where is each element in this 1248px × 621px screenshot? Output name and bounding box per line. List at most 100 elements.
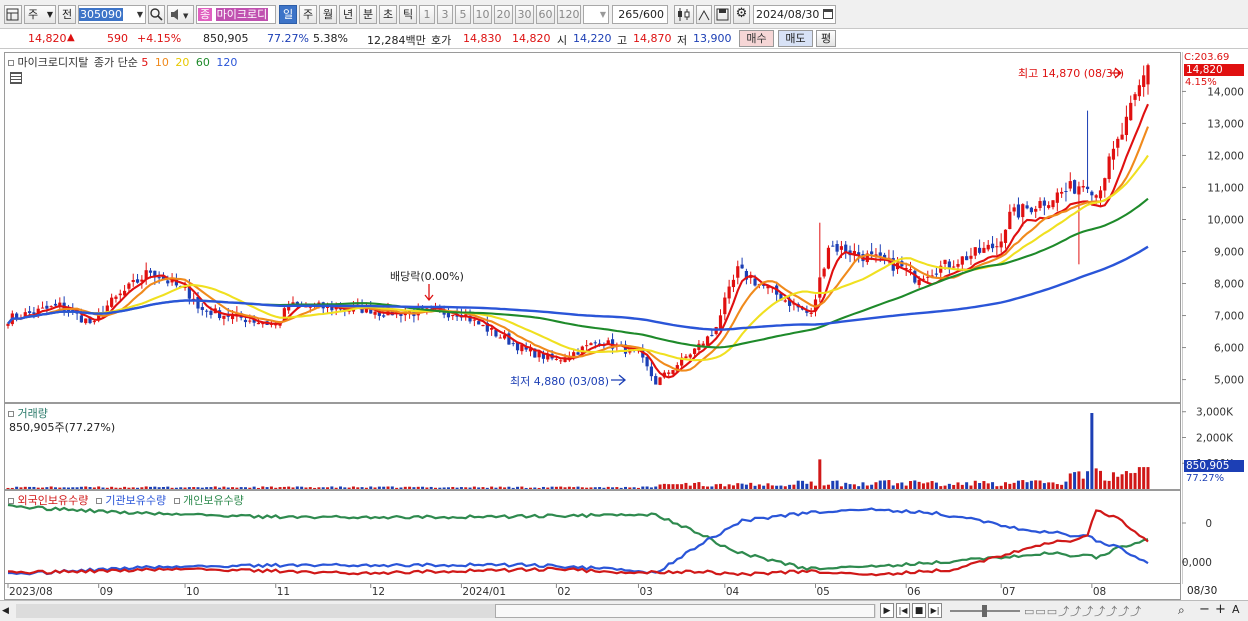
interval-120[interactable]: 120 — [557, 5, 581, 24]
scroll-left-icon[interactable]: ◀ — [2, 604, 14, 618]
interval-10[interactable]: 10 — [473, 5, 492, 24]
eval-button[interactable]: 평 — [816, 30, 836, 47]
interval-select[interactable]: ▼ — [583, 5, 609, 24]
period-tick[interactable]: 틱 — [399, 5, 417, 24]
price-panel[interactable]: 마이크로디지탈 종가 단순 5 10 20 60 120 최고 14,870 (… — [4, 52, 1181, 403]
volume-bar — [127, 487, 131, 489]
first-page-icon[interactable]: |◀ — [896, 603, 910, 618]
zoom-search-icon[interactable]: ⌕ — [1178, 603, 1185, 618]
candle-type-icon[interactable] — [674, 5, 694, 24]
volume-bar — [351, 486, 355, 489]
gear-icon[interactable]: ⚙ — [733, 5, 750, 24]
sound-icon[interactable]: ▼ — [167, 5, 194, 24]
volume-bar — [615, 487, 619, 489]
stock-code-input[interactable]: 305090 ▼ — [78, 5, 146, 24]
save-icon[interactable] — [714, 5, 731, 24]
volume-bar — [693, 482, 697, 489]
volume-bar — [563, 487, 567, 489]
period-day[interactable]: 일 — [279, 5, 297, 24]
volume-bar — [157, 487, 161, 489]
volume-tag: 850,905 — [1184, 460, 1244, 472]
candle-body — [205, 310, 209, 312]
drawing-tools-icon[interactable]: ▭▭▭⤴⤴⤴⤴⤴⤴⤴ — [1024, 603, 1174, 619]
panel-handle-icon[interactable] — [8, 60, 14, 66]
volume-bar — [1068, 473, 1072, 489]
open-label: 시 — [557, 34, 568, 47]
volume-bar — [395, 487, 399, 489]
date-field[interactable]: 2024/08/30 — [753, 5, 836, 24]
interval-5[interactable]: 5 — [455, 5, 471, 24]
interval-30[interactable]: 30 — [515, 5, 534, 24]
volume-bar — [1090, 413, 1094, 489]
period-month[interactable]: 월 — [319, 5, 337, 24]
volume-bar — [438, 487, 442, 489]
interval-1[interactable]: 1 — [419, 5, 435, 24]
line-tool-icon[interactable] — [696, 5, 712, 24]
institution-holdings-label: 기관보유수량 — [105, 494, 167, 507]
period-minute[interactable]: 분 — [359, 5, 377, 24]
volume-bar — [468, 487, 472, 489]
zoom-handle[interactable] — [982, 605, 987, 617]
panel-handle-icon[interactable] — [8, 411, 14, 417]
zoom-out-icon[interactable]: − — [1199, 602, 1210, 617]
candle-body — [917, 279, 921, 286]
interval-20[interactable]: 20 — [494, 5, 513, 24]
volume-bar — [187, 487, 191, 489]
volume-bar — [546, 487, 550, 489]
volume-panel[interactable]: 거래량 850,905주(77.27%) — [4, 403, 1181, 490]
volume-bar — [1137, 467, 1141, 489]
volume-bar — [598, 487, 602, 489]
layout-icon[interactable] — [4, 5, 22, 24]
stop-icon[interactable]: ■ — [912, 603, 926, 618]
auto-scale-icon[interactable]: A — [1232, 603, 1240, 616]
scroll-right-icon[interactable]: ▶ — [880, 603, 894, 618]
volume-bar — [1073, 472, 1077, 489]
volume-bar — [1038, 480, 1042, 489]
candle-body — [209, 310, 213, 315]
scroll-thumb[interactable] — [495, 604, 875, 618]
volume-bar — [123, 486, 127, 489]
volume-bar — [883, 480, 887, 489]
candle-body — [135, 279, 140, 283]
buy-button[interactable]: 매수 — [739, 30, 774, 47]
price-chart-svg[interactable] — [5, 53, 1180, 402]
period-year[interactable]: 년 — [339, 5, 357, 24]
holdings-panel[interactable]: 외국인보유수량 기관보유수량 개인보유수량 — [4, 490, 1181, 584]
count-field[interactable]: 265/600 — [612, 5, 668, 24]
code-mode-button[interactable]: 전 — [58, 5, 76, 24]
sell-button[interactable]: 매도 — [778, 30, 813, 47]
volume-bar — [1107, 480, 1111, 489]
candle-body — [986, 244, 990, 250]
candle-body — [878, 252, 882, 256]
calculator-icon[interactable] — [10, 72, 22, 84]
y-tick-label: 13,000 — [1207, 118, 1244, 130]
zoom-in-icon[interactable]: + — [1215, 602, 1226, 617]
period-second[interactable]: 초 — [379, 5, 397, 24]
search-icon[interactable] — [148, 5, 165, 24]
candle-body — [839, 246, 844, 250]
volume-bar — [649, 487, 653, 489]
chart-scrollbar[interactable]: ◀ ▶ |◀ ■ ▶| ▭▭▭⤴⤴⤴⤴⤴⤴⤴ ⌕ − + A — [0, 600, 1248, 621]
candle-body — [105, 305, 109, 312]
volume-bar — [399, 487, 403, 489]
interval-60[interactable]: 60 — [536, 5, 555, 24]
volume-bar — [632, 487, 636, 489]
candle-body — [317, 302, 321, 304]
volume-bar — [1077, 471, 1081, 489]
volume-bar — [947, 483, 951, 489]
candle-body — [831, 245, 835, 247]
candle-body — [727, 286, 731, 299]
market-select[interactable]: 주 ▼ — [24, 5, 56, 24]
volume-bar — [23, 486, 27, 489]
stock-name-field[interactable]: 종 마이크로디 — [196, 5, 276, 24]
ma-line-5 — [7, 103, 1149, 379]
volume-chart-svg[interactable] — [5, 404, 1180, 489]
volume-bar — [265, 487, 269, 489]
last-page-icon[interactable]: ▶| — [928, 603, 942, 618]
interval-3[interactable]: 3 — [437, 5, 453, 24]
period-week[interactable]: 주 — [299, 5, 317, 24]
volume-bar — [36, 487, 40, 489]
candle-body — [1137, 85, 1141, 97]
panel-handle-icon[interactable] — [8, 498, 14, 504]
volume-bar — [1146, 467, 1150, 489]
